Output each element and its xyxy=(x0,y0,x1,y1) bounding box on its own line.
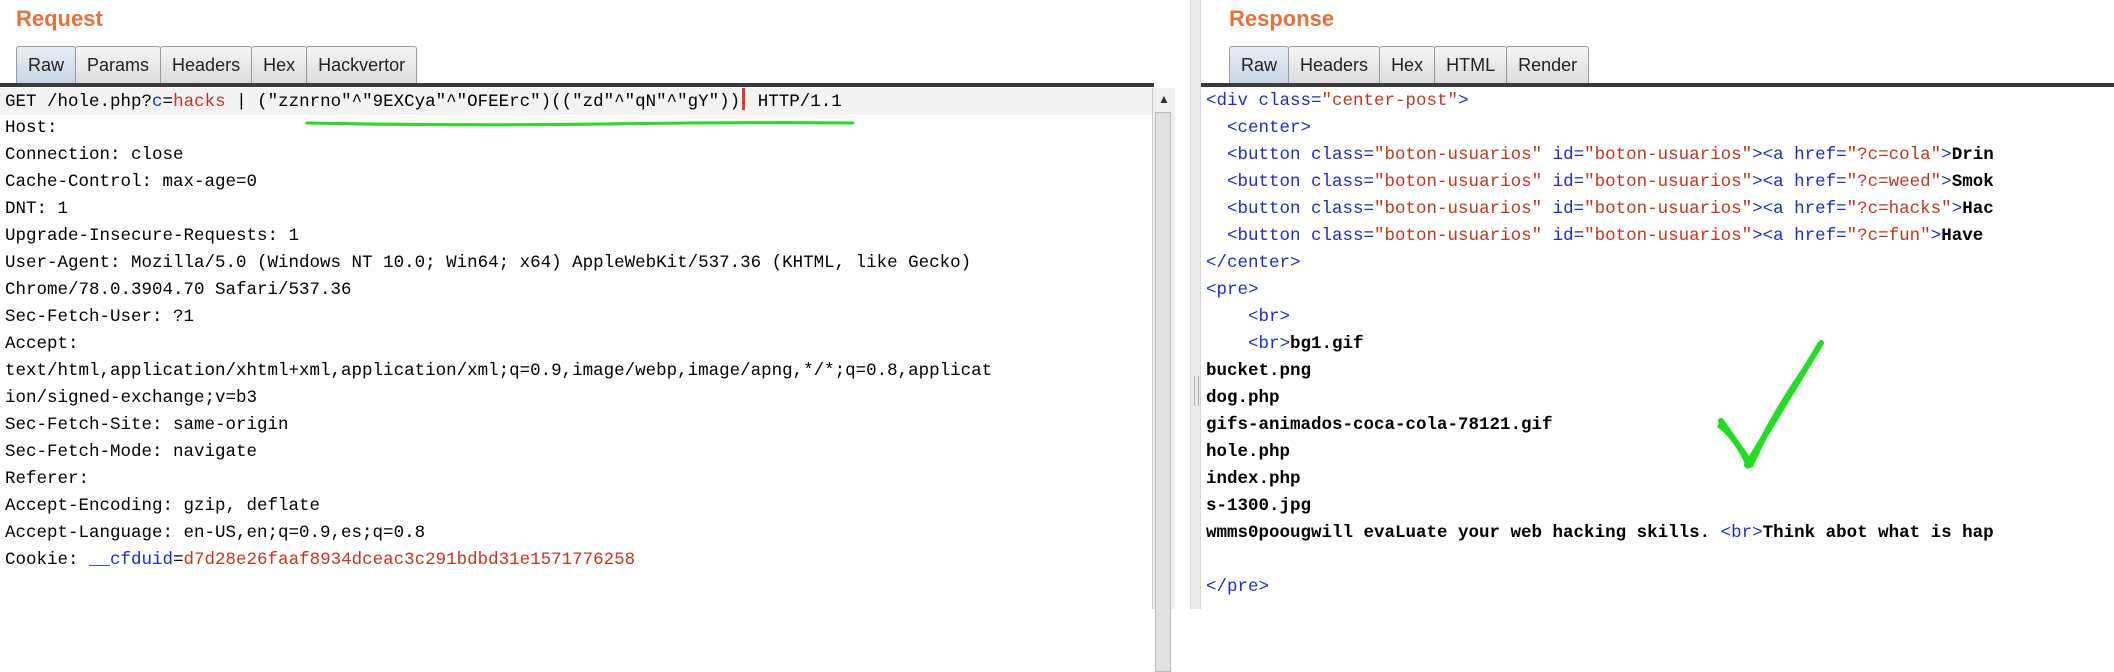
response-panel: Response Raw Headers Hex HTML Render <di… xyxy=(1201,0,2114,609)
button-code-line: <button class="boton-usuarios" id="boton… xyxy=(1227,145,1994,165)
button-text: Drin xyxy=(1951,145,1994,165)
button-text: Smok xyxy=(1951,172,1994,192)
file-name: bg1.gif xyxy=(1290,334,1364,354)
header-line[interactable]: Sec-Fetch-Site: same-origin xyxy=(0,412,1152,439)
tab-hackvertor[interactable]: Hackvertor xyxy=(306,46,418,83)
header-line[interactable]: Accept: xyxy=(0,331,1152,358)
output-text: wmms0poougwill evaLuate your web hacking… xyxy=(1206,523,1721,543)
cookie-line[interactable]: Cookie: __cfduid=d7d28e26faaf8934dceac3c… xyxy=(0,547,1152,574)
header-line[interactable]: Accept-Encoding: gzip, deflate xyxy=(0,493,1152,520)
pipe-char: | xyxy=(225,92,258,112)
request-scrollbar[interactable]: ▲ xyxy=(1152,88,1175,672)
file-line: dog.php xyxy=(1206,388,1280,408)
tab-underline-bar xyxy=(1201,83,2114,87)
tab-underline-bar xyxy=(0,83,1154,87)
text-caret xyxy=(742,88,746,110)
panel-splitter[interactable] xyxy=(1190,0,1201,609)
response-title: Response xyxy=(1229,6,1335,31)
header-line[interactable]: Sec-Fetch-User: ?1 xyxy=(0,304,1152,331)
header-line[interactable]: Sec-Fetch-Mode: navigate xyxy=(0,439,1152,466)
tag-close: > xyxy=(1458,91,1469,111)
request-title: Request xyxy=(16,6,103,31)
tag-open: <div xyxy=(1206,91,1259,111)
header-line[interactable]: Accept-Language: en-US,en;q=0.9,es;q=0.8 xyxy=(0,520,1152,547)
request-editor[interactable]: GET /hole.php?c=hacks | ("zznrno"^"9EXCy… xyxy=(0,88,1152,609)
file-line: hole.php xyxy=(1206,442,1291,462)
output-text: Think abot what is hap xyxy=(1762,523,1994,543)
center-open-tag: <center> xyxy=(1227,118,1312,138)
response-tabs: Raw Headers Hex HTML Render xyxy=(1229,46,1590,84)
tab-params[interactable]: Params xyxy=(75,46,162,83)
check-icon xyxy=(1717,340,1824,469)
header-line[interactable]: ion/signed-exchange;v=b3 xyxy=(0,385,1152,412)
code-line: <br> xyxy=(1201,304,2114,331)
http-version: HTTP/1.1 xyxy=(747,92,842,112)
header-line[interactable]: Host: xyxy=(0,115,1152,142)
scrollbar-thumb[interactable] xyxy=(1155,112,1171,672)
query-eq: = xyxy=(162,92,174,112)
tab-raw[interactable]: Raw xyxy=(16,46,77,83)
file-line: s-1300.jpg xyxy=(1206,496,1312,516)
code-line: <br>bg1.gif xyxy=(1201,331,2114,358)
file-line: gifs-animados-coca-cola-78121.gif xyxy=(1206,415,1553,435)
cookie-value: d7d28e26faaf8934dceac3c291bdbd31e1571776… xyxy=(183,550,636,570)
pre-close-tag: </pre> xyxy=(1206,577,1270,597)
button-text: Hac xyxy=(1962,199,1994,219)
center-close-tag: </center> xyxy=(1206,253,1301,273)
tab-raw[interactable]: Raw xyxy=(1229,46,1290,83)
scroll-up-arrow-icon[interactable]: ▲ xyxy=(1158,92,1170,106)
code-line: wmms0poougwill evaLuate your web hacking… xyxy=(1201,520,2114,547)
tab-html[interactable]: HTML xyxy=(1434,46,1508,83)
response-editor[interactable]: <div class="center-post"> <center> <butt… xyxy=(1201,88,2114,609)
header-line[interactable]: Chrome/78.0.3904.70 Safari/537.36 xyxy=(0,277,1152,304)
header-line[interactable]: DNT: 1 xyxy=(0,196,1152,223)
cookie-eq: = xyxy=(173,550,184,570)
header-line[interactable]: Connection: close xyxy=(0,142,1152,169)
request-tabs: Raw Params Headers Hex Hackvertor xyxy=(16,46,418,84)
button-code-line: <button class="boton-usuarios" id="boton… xyxy=(1227,226,1994,246)
code-line: <div class="center-post"> xyxy=(1201,88,2114,115)
code-line: </pre> xyxy=(1201,574,2114,601)
button-text: Have xyxy=(1941,226,1994,246)
tab-render[interactable]: Render xyxy=(1506,46,1590,83)
tab-hex[interactable]: Hex xyxy=(251,46,308,83)
payload-text: ("zznrno"^"9EXCya"^"OFEErc")(("zd"^"qN"^… xyxy=(257,92,741,112)
code-line: </center> xyxy=(1201,250,2114,277)
cookie-label: Cookie: xyxy=(5,550,90,570)
br-tag: <br> xyxy=(1720,523,1763,543)
header-line[interactable]: text/html,application/xhtml+xml,applicat… xyxy=(0,358,1152,385)
tab-headers[interactable]: Headers xyxy=(1288,46,1381,83)
button-code-line: <button class="boton-usuarios" id="boton… xyxy=(1227,172,1994,192)
button-code-line: <button class="boton-usuarios" id="boton… xyxy=(1227,199,1994,219)
header-line[interactable]: Cache-Control: max-age=0 xyxy=(0,169,1152,196)
attr-name: class= xyxy=(1258,91,1322,111)
query-param-name: c xyxy=(152,92,163,112)
file-line: index.php xyxy=(1206,469,1301,489)
header-line[interactable]: Referer: xyxy=(0,466,1152,493)
br-tag: <br> xyxy=(1248,307,1291,327)
request-method-path: GET /hole.php? xyxy=(5,92,153,112)
request-panel: Request Raw Params Headers Hex Hackverto… xyxy=(0,0,1190,672)
tab-headers[interactable]: Headers xyxy=(160,46,253,83)
splitter-grip-icon[interactable] xyxy=(1194,376,1199,406)
code-line: <pre> xyxy=(1201,277,2114,304)
file-line: bucket.png xyxy=(1206,361,1312,381)
header-line[interactable]: Upgrade-Insecure-Requests: 1 xyxy=(0,223,1152,250)
query-param-value: hacks xyxy=(173,92,226,112)
header-line[interactable]: User-Agent: Mozilla/5.0 (Windows NT 10.0… xyxy=(0,250,1152,277)
code-line: <center> xyxy=(1201,115,2114,142)
br-tag: <br> xyxy=(1248,334,1291,354)
attr-value: "center-post" xyxy=(1321,91,1459,111)
tab-hex[interactable]: Hex xyxy=(1379,46,1436,83)
pre-open-tag: <pre> xyxy=(1206,280,1259,300)
cookie-name: __cfduid xyxy=(89,550,174,570)
request-line[interactable]: GET /hole.php?c=hacks | ("zznrno"^"9EXCy… xyxy=(0,88,1152,127)
